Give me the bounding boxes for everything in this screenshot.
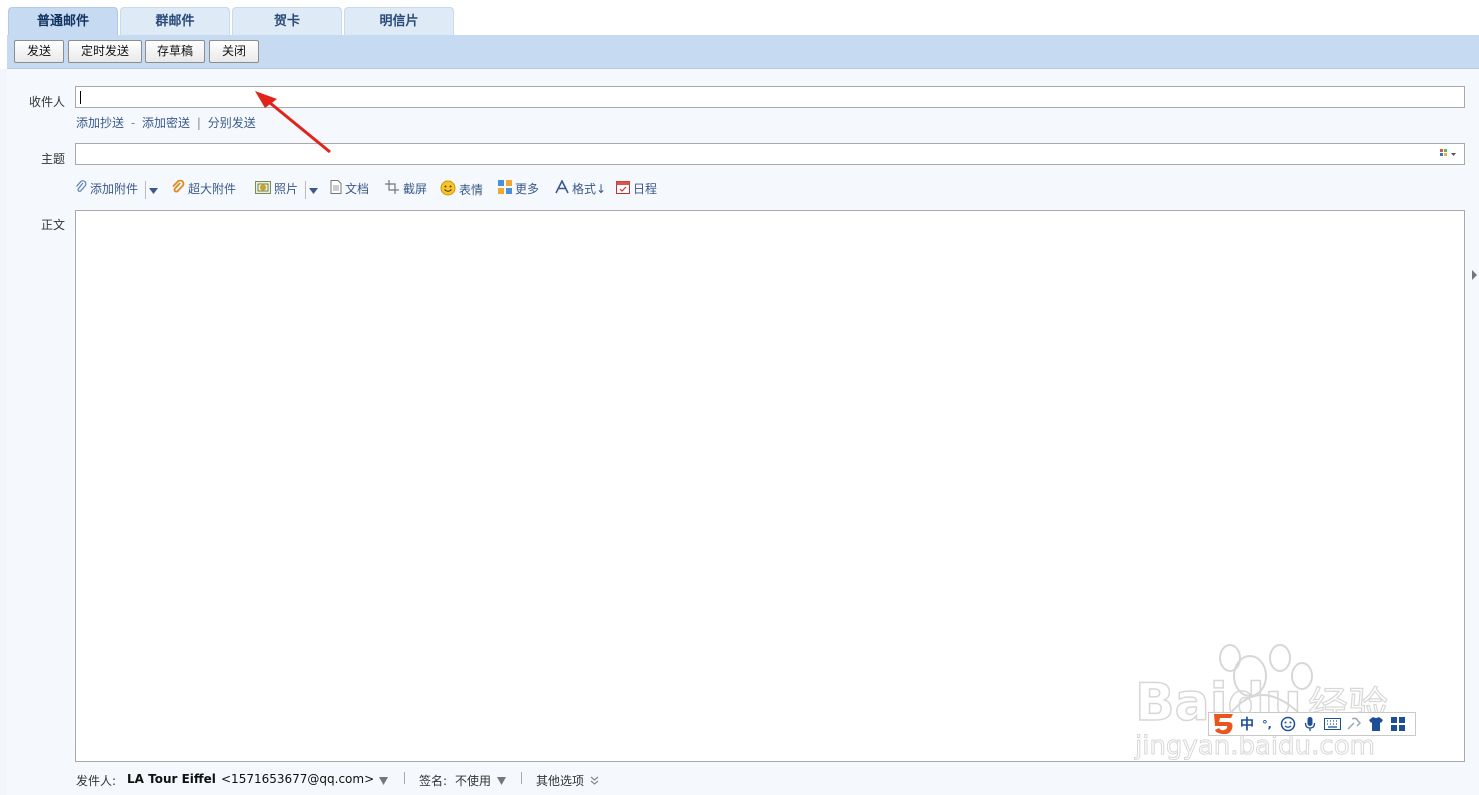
add-bcc-link[interactable]: 添加密送 (142, 116, 190, 130)
add-attachment-label: 添加附件 (90, 182, 139, 196)
large-paperclip-icon (171, 179, 185, 199)
ime-skin-icon[interactable] (1365, 714, 1387, 734)
side-panel-toggle-icon[interactable] (1472, 270, 1477, 280)
scheduled-send-button[interactable]: 定时发送 (68, 40, 142, 63)
ime-menu-grid-icon[interactable] (1387, 714, 1409, 734)
ime-toolbar: 中 °, (1208, 712, 1416, 736)
signature-dropdown-icon[interactable] (497, 774, 506, 788)
photo-dropdown-icon[interactable] (304, 180, 318, 199)
send-button[interactable]: 发送 (14, 40, 64, 63)
document-label: 文档 (345, 182, 370, 196)
cc-bcc-links: 添加抄送 - 添加密送 | 分别发送 (76, 114, 256, 131)
tab-normal-mail[interactable]: 普通邮件 (8, 7, 118, 36)
subject-input[interactable] (75, 143, 1465, 165)
body-label: 正文 (40, 218, 65, 232)
ime-emoji-icon[interactable] (1277, 714, 1299, 734)
body-editor[interactable] (75, 210, 1465, 762)
subject-color-picker-icon[interactable] (1440, 149, 1458, 160)
recipient-label: 收件人 (28, 95, 65, 109)
ime-punct-toggle[interactable]: °, (1257, 718, 1277, 731)
apps-grid-icon (498, 180, 512, 199)
double-chevron-down-icon[interactable] (590, 774, 599, 788)
tab-postcard[interactable]: 明信片 (344, 7, 454, 35)
sender-name[interactable]: LA Tour Eiffel (127, 772, 216, 786)
ime-mode-toggle[interactable]: 中 (1237, 714, 1257, 734)
save-draft-button[interactable]: 存草稿 (145, 40, 205, 63)
tab-greeting-card[interactable]: 贺卡 (232, 7, 342, 35)
screenshot-label: 截屏 (403, 182, 428, 196)
separate-send-link[interactable]: 分别发送 (208, 116, 256, 130)
add-cc-link[interactable]: 添加抄送 (76, 116, 124, 130)
photo-label: 照片 (274, 182, 299, 196)
tab-group-mail[interactable]: 群邮件 (120, 7, 230, 35)
signature-value[interactable]: 不使用 (455, 772, 491, 789)
left-strip (0, 69, 7, 795)
recipient-input[interactable] (75, 86, 1465, 108)
link-separator: - (130, 116, 136, 130)
compose-footer: 发件人: LA Tour Eiffel <1571653677@qq.com> … (7, 762, 1479, 795)
format-label: 格式↓ (572, 182, 607, 196)
font-format-icon (555, 179, 569, 199)
footer-divider (521, 772, 522, 784)
large-attachment-label: 超大附件 (188, 182, 237, 196)
smiley-icon (440, 180, 456, 201)
link-separator: | (196, 116, 201, 130)
document-icon (330, 180, 342, 199)
text-caret (80, 91, 81, 104)
add-attachment-button[interactable]: 添加附件 (75, 180, 158, 199)
emoji-label: 表情 (459, 183, 484, 197)
more-button[interactable]: 更多 (498, 180, 539, 198)
document-button[interactable]: 文档 (330, 180, 369, 198)
sender-label: 发件人: (76, 774, 117, 788)
emoji-button[interactable]: 表情 (440, 180, 483, 198)
close-button[interactable]: 关闭 (209, 40, 259, 63)
screenshot-button[interactable]: 截屏 (385, 180, 427, 198)
schedule-button[interactable]: 日程 (616, 180, 657, 198)
sogou-ime-logo[interactable] (1211, 712, 1237, 736)
footer-divider (404, 772, 405, 784)
signature-label: 签名: (419, 774, 448, 788)
format-button[interactable]: 格式↓ (555, 179, 607, 199)
schedule-label: 日程 (633, 182, 658, 196)
photo-button[interactable]: 照片 (255, 180, 318, 199)
sender-email[interactable]: <1571653677@qq.com> (221, 772, 374, 786)
paperclip-icon (75, 180, 87, 199)
sender-dropdown-icon[interactable] (379, 774, 388, 788)
more-label: 更多 (515, 182, 540, 196)
calendar-icon (616, 180, 630, 199)
photo-icon (255, 180, 271, 199)
compose-toolbar: 发送 定时发送 存草稿 关闭 (7, 35, 1479, 69)
large-attachment-button[interactable]: 超大附件 (171, 179, 237, 199)
scissors-icon (385, 180, 400, 199)
attachment-dropdown-icon[interactable] (144, 180, 158, 199)
other-options-link[interactable]: 其他选项 (536, 772, 584, 789)
ime-keyboard-icon[interactable] (1321, 714, 1343, 734)
ime-tools-icon[interactable] (1343, 714, 1365, 734)
subject-label: 主题 (40, 152, 65, 166)
ime-microphone-icon[interactable] (1299, 714, 1321, 734)
compose-tabs: 普通邮件 群邮件 贺卡 明信片 (0, 0, 1479, 36)
